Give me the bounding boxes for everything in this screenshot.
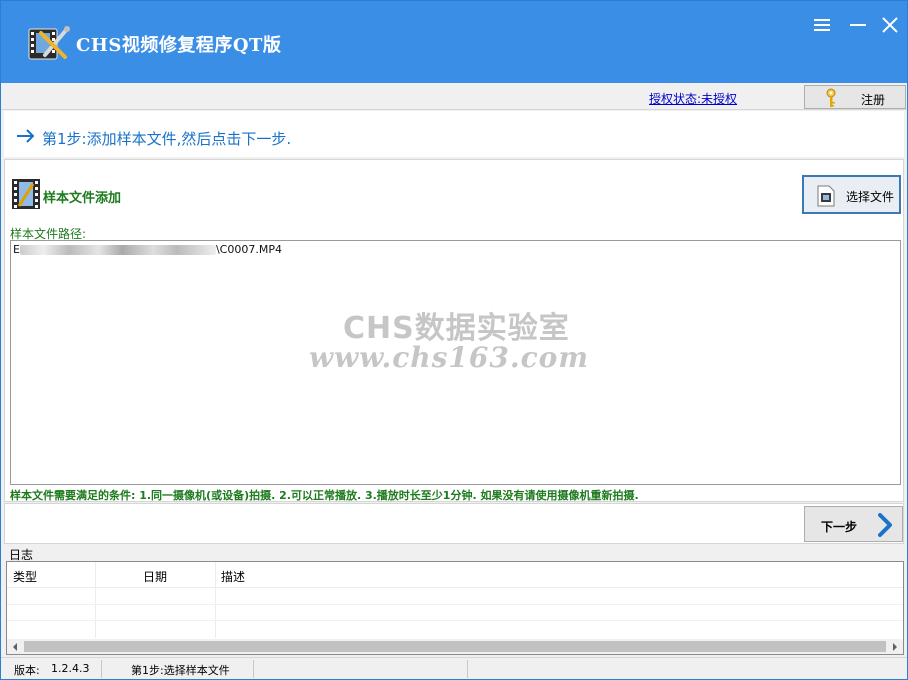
caret-right-icon [893, 642, 897, 651]
sample-path-list[interactable]: E \C0007.MP4 CHS数据实验室 www.chs163.com [10, 240, 901, 485]
film-scissors-icon [27, 23, 73, 63]
log-table[interactable]: 类型 日期 描述 [6, 561, 904, 655]
license-status-link[interactable]: 授权状态:未授权 [649, 90, 737, 107]
close-icon [882, 17, 898, 33]
log-column-description[interactable]: 描述 [221, 568, 245, 585]
next-step-button[interactable]: 下一步 [804, 506, 903, 542]
choose-file-button[interactable]: 选择文件 [802, 175, 901, 214]
log-header: 类型 日期 描述 [7, 562, 903, 588]
log-column-date[interactable]: 日期 [143, 568, 167, 585]
register-label: 注册 [861, 93, 886, 107]
section-title: 样本文件添加 [43, 191, 122, 206]
caret-left-icon [13, 642, 17, 651]
step-header: 第1步:添加样本文件,然后点击下一步. [4, 111, 904, 157]
next-step-label: 下一步 [821, 520, 858, 534]
menu-button[interactable] [809, 13, 835, 37]
navigation-panel: 下一步 [4, 503, 904, 544]
menu-icon [814, 19, 830, 31]
film-edit-icon [12, 179, 40, 209]
arrow-right-icon [17, 129, 35, 143]
redacted-path-segment [19, 245, 216, 255]
status-bar: 版本: 1.2.4.3 第1步:选择样本文件 [1, 657, 907, 679]
sample-file-panel: 样本文件添加 选择文件 样本文件路径: E \C0007.MP4 CHS数据实验室… [4, 159, 904, 502]
title-bar[interactable]: CHS视频修复程序QT版 [1, 1, 907, 83]
log-horizontal-scrollbar[interactable] [7, 639, 903, 654]
minimize-icon [850, 24, 866, 26]
scroll-left-button[interactable] [7, 639, 23, 654]
app-title: CHS视频修复程序QT版 [76, 35, 282, 56]
key-icon [826, 88, 836, 107]
chevron-right-icon [878, 513, 892, 537]
version-label: 版本: [14, 664, 40, 677]
watermark-url: www.chs163.com [309, 341, 589, 374]
log-column-type[interactable]: 类型 [13, 568, 37, 585]
current-step-status: 第1步:选择样本文件 [131, 664, 230, 677]
scroll-right-button[interactable] [887, 639, 903, 654]
app-window: CHS视频修复程序QT版 授权状态:未授权 注册 第1步:添加样本文件,然后点击… [0, 0, 908, 680]
license-bar: 授权状态:未授权 注册 [1, 83, 907, 110]
close-button[interactable] [877, 13, 903, 37]
step-instruction: 第1步:添加样本文件,然后点击下一步. [42, 130, 292, 148]
choose-file-label: 选择文件 [846, 190, 895, 204]
video-file-icon [817, 185, 835, 207]
scrollbar-thumb[interactable] [24, 641, 886, 652]
sample-path-item[interactable]: E \C0007.MP4 [13, 243, 282, 256]
version-value: 1.2.4.3 [51, 662, 90, 675]
minimize-button[interactable] [845, 13, 871, 37]
sample-requirements: 样本文件需要满足的条件: 1.同一摄像机(或设备)拍摄. 2.可以正常播放. 3… [10, 489, 639, 502]
register-button[interactable]: 注册 [804, 85, 906, 109]
